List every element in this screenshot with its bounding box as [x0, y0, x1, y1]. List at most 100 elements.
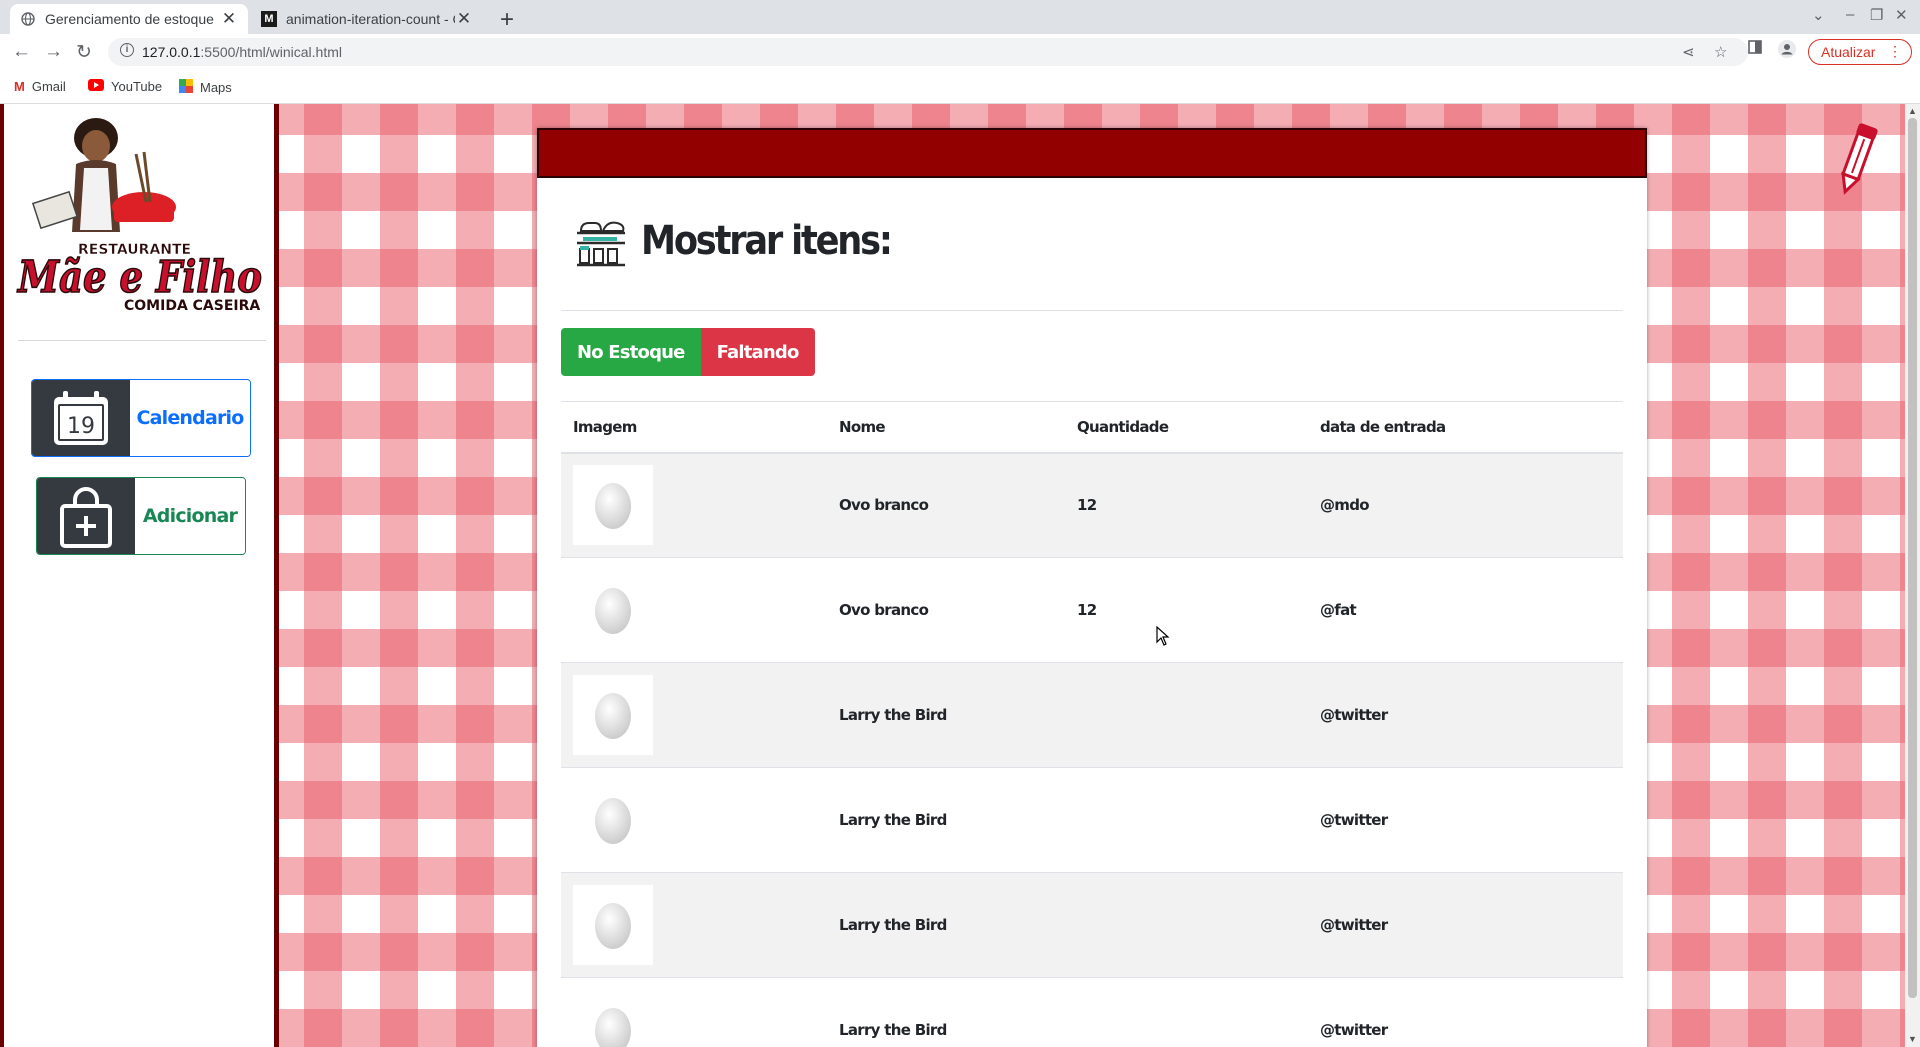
missing-button[interactable]: Faltando — [700, 328, 815, 376]
page-viewport: RESTAURANTE Mãe e Filho COMIDA CASEIRA 1… — [0, 104, 1920, 1047]
item-image-cell — [561, 452, 827, 558]
bookmarks-bar: M Gmail YouTube Maps — [0, 70, 1920, 104]
tab-strip: Gerenciamento de estoque ✕ M animation-i… — [0, 0, 1920, 34]
maps-icon — [179, 79, 193, 96]
close-tab-icon[interactable]: ✕ — [220, 9, 238, 29]
site-info-icon[interactable]: i — [120, 43, 134, 57]
kitchen-shelf-icon — [577, 221, 625, 267]
item-name: Larry the Bird — [827, 977, 1065, 1047]
add-label: Adicionar — [135, 478, 245, 554]
tab-title: animation-iteration-count - CS — [286, 11, 455, 27]
item-date: @twitter — [1308, 662, 1623, 768]
bookmark-label: YouTube — [111, 79, 163, 94]
minimize-icon[interactable]: – — [1846, 6, 1854, 23]
table-row[interactable]: Larry the Bird @twitter — [561, 977, 1623, 1047]
header-quantity[interactable]: Quantidade — [1065, 401, 1308, 454]
scroll-down-icon[interactable]: ▼ — [1908, 1034, 1917, 1044]
stock-filter-group: No Estoque Faltando — [561, 328, 815, 376]
page-heading: Mostrar itens: — [573, 213, 925, 269]
add-button[interactable]: Adicionar — [36, 477, 246, 555]
header-image[interactable]: Imagem — [561, 401, 827, 454]
calendar-label: Calendario — [130, 380, 250, 456]
mdn-icon: M — [261, 11, 277, 27]
shopping-bag-plus-icon — [37, 478, 135, 554]
calendar-day: 19 — [67, 414, 95, 439]
item-name: Larry the Bird — [827, 662, 1065, 768]
item-quantity: 12 — [1065, 452, 1308, 558]
table-row[interactable]: Larry the Bird @twitter — [561, 767, 1623, 873]
egg-image — [573, 675, 653, 755]
gmail-icon: M — [14, 79, 25, 94]
calendar-button[interactable]: 19 Calendario — [31, 379, 251, 457]
table-row[interactable]: Larry the Bird @twitter — [561, 662, 1623, 768]
table-header-row: Imagem Nome Quantidade data de entrada — [561, 401, 1623, 454]
egg-image — [573, 885, 653, 965]
item-name: Ovo branco — [827, 557, 1065, 663]
back-icon[interactable]: ← — [12, 41, 31, 63]
item-quantity — [1065, 662, 1308, 768]
page-title: Mostrar itens: — [641, 218, 893, 264]
sidebar: RESTAURANTE Mãe e Filho COMIDA CASEIRA 1… — [0, 104, 279, 1047]
calendar-icon: 19 — [32, 380, 130, 456]
address-bar[interactable]: i 127.0.0.1:5500/html/winical.html ⋖ ☆ — [108, 38, 1748, 66]
side-panel-icon[interactable] — [1748, 40, 1762, 58]
item-date: @twitter — [1308, 767, 1623, 873]
forward-icon[interactable]: → — [44, 41, 63, 63]
menu-dots-icon: ⋮ — [1888, 43, 1902, 59]
reload-icon[interactable]: ↻ — [76, 41, 92, 64]
inventory-table: Imagem Nome Quantidade data de entrada O… — [561, 401, 1623, 1047]
item-quantity — [1065, 977, 1308, 1047]
restore-icon[interactable]: ❐ — [1870, 6, 1883, 24]
new-tab-icon[interactable]: + — [500, 6, 514, 34]
item-date: @twitter — [1308, 872, 1623, 978]
browser-toolbar: ← → ↻ i 127.0.0.1:5500/html/winical.html… — [0, 34, 1920, 70]
item-date: @twitter — [1308, 977, 1623, 1047]
bookmark-gmail[interactable]: M Gmail — [14, 79, 66, 94]
scroll-up-icon[interactable]: ▲ — [1908, 106, 1917, 116]
profile-icon[interactable] — [1778, 40, 1796, 62]
bookmark-star-icon[interactable]: ☆ — [1714, 43, 1727, 61]
item-name: Larry the Bird — [827, 872, 1065, 978]
in-stock-button[interactable]: No Estoque — [561, 328, 701, 376]
heading-divider — [561, 310, 1623, 311]
logo-tagline: COMIDA CASEIRA — [124, 298, 260, 314]
item-name: Ovo branco — [827, 452, 1065, 558]
item-image-cell — [561, 977, 827, 1047]
item-image-cell — [561, 662, 827, 768]
egg-image — [573, 570, 653, 650]
window-close-icon[interactable]: ✕ — [1895, 6, 1908, 24]
panel-header-bar — [537, 128, 1647, 178]
table-row[interactable]: Ovo branco 12 @mdo — [561, 452, 1623, 558]
item-image-cell — [561, 872, 827, 978]
update-label: Atualizar — [1821, 44, 1876, 60]
restaurant-logo[interactable]: RESTAURANTE Mãe e Filho COMIDA CASEIRA — [16, 112, 268, 322]
item-quantity — [1065, 767, 1308, 873]
item-quantity: 12 — [1065, 557, 1308, 663]
bookmark-maps[interactable]: Maps — [179, 79, 232, 96]
bookmark-youtube[interactable]: YouTube — [88, 79, 162, 94]
item-quantity — [1065, 872, 1308, 978]
header-date[interactable]: data de entrada — [1308, 401, 1623, 454]
edit-pencil-icon[interactable] — [1830, 122, 1884, 207]
close-tab-icon[interactable]: ✕ — [455, 9, 473, 29]
header-name[interactable]: Nome — [827, 401, 1065, 454]
item-date: @mdo — [1308, 452, 1623, 558]
item-image-cell — [561, 557, 827, 663]
item-date: @fat — [1308, 557, 1623, 663]
tab-title: Gerenciamento de estoque — [45, 11, 214, 27]
item-name: Larry the Bird — [827, 767, 1065, 873]
table-row[interactable]: Ovo branco 12 @fat — [561, 557, 1623, 663]
share-icon[interactable]: ⋖ — [1682, 43, 1695, 61]
tab-gerenciamento[interactable]: Gerenciamento de estoque ✕ — [10, 4, 248, 34]
scrollbar-thumb[interactable] — [1908, 118, 1917, 998]
globe-icon — [20, 11, 36, 27]
update-button[interactable]: Atualizar ⋮ — [1808, 39, 1912, 65]
tab-mdn[interactable]: M animation-iteration-count - CS ✕ — [251, 4, 483, 34]
youtube-icon — [88, 79, 104, 94]
logo-name: Mãe e Filho — [16, 252, 262, 303]
page-scrollbar[interactable]: ▲ ▼ — [1905, 104, 1920, 1047]
inventory-panel: Mostrar itens: No Estoque Faltando Image… — [537, 128, 1647, 1047]
table-row[interactable]: Larry the Bird @twitter — [561, 872, 1623, 978]
bookmark-label: Gmail — [31, 79, 66, 94]
tab-search-chevron-icon[interactable]: ⌄ — [1812, 6, 1825, 24]
